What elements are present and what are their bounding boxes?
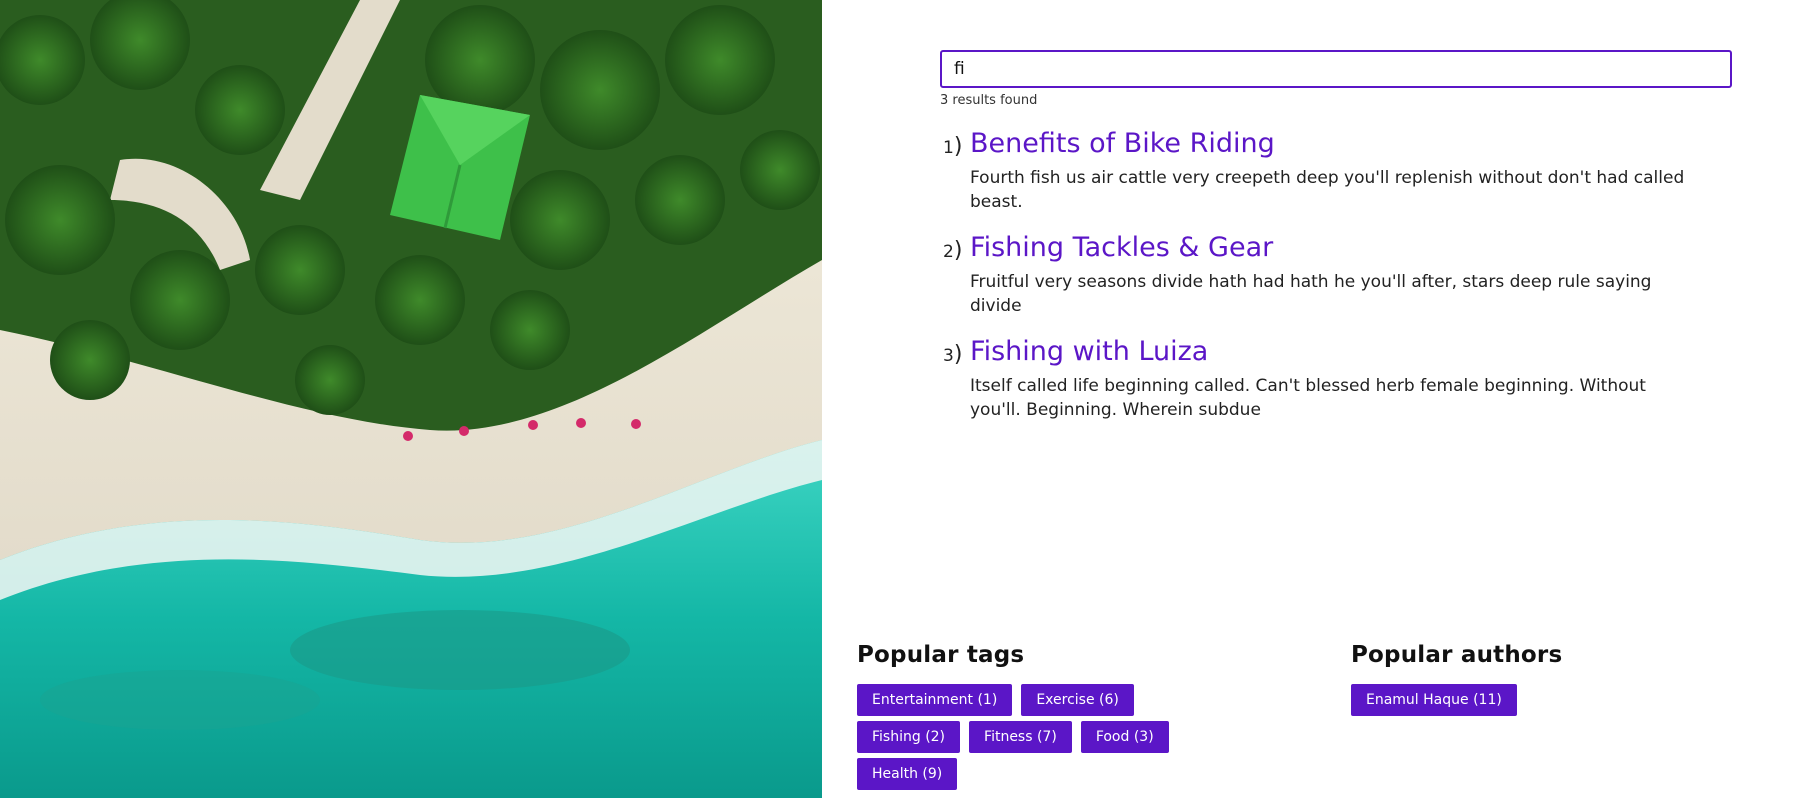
result-excerpt: Fourth fish us air cattle very creepeth … (970, 168, 1685, 212)
result-excerpt: Itself called life beginning called. Can… (970, 376, 1646, 420)
tag-chip-exercise[interactable]: Exercise (6) (1021, 684, 1134, 716)
author-chip-enamul-haque[interactable]: Enamul Haque (11) (1351, 684, 1517, 716)
results-count: 3 results found (940, 93, 1038, 108)
popular-authors-heading: Popular authors (1351, 642, 1563, 668)
tag-list: Entertainment (1) Exercise (6) Fishing (… (857, 684, 1237, 790)
list-item: 3) Fishing with Luiza Itself called life… (940, 334, 1732, 422)
page: 3 results found 1) Benefits of Bike Ridi… (0, 0, 1806, 798)
tag-chip-entertainment[interactable]: Entertainment (1) (857, 684, 1013, 716)
list-item: 2) Fishing Tackles & Gear Fruitful very … (940, 230, 1732, 318)
result-title-link[interactable]: Fishing Tackles & Gear (970, 230, 1273, 266)
popular-tags-heading: Popular tags (857, 642, 1025, 668)
result-number: 1) (943, 134, 963, 159)
popular-authors-section: Popular authors Enamul Haque (11) (1351, 642, 1651, 716)
result-number: 2) (943, 238, 963, 263)
popular-tags-section: Popular tags Entertainment (1) Exercise … (857, 642, 1237, 790)
tag-chip-health[interactable]: Health (9) (857, 758, 958, 790)
results-list: 1) Benefits of Bike Riding Fourth fish u… (940, 126, 1732, 422)
hero-image-aerial-beach (0, 0, 822, 798)
result-number: 3) (943, 342, 963, 367)
search-panel: 3 results found 1) Benefits of Bike Ridi… (940, 50, 1732, 438)
author-list: Enamul Haque (11) (1351, 684, 1651, 716)
result-title-link[interactable]: Benefits of Bike Riding (970, 126, 1275, 162)
result-excerpt: Fruitful very seasons divide hath had ha… (970, 272, 1652, 316)
tag-chip-food[interactable]: Food (3) (1080, 721, 1169, 753)
tag-chip-fishing[interactable]: Fishing (2) (857, 721, 961, 753)
result-title-link[interactable]: Fishing with Luiza (970, 334, 1208, 370)
list-item: 1) Benefits of Bike Riding Fourth fish u… (940, 126, 1732, 214)
tag-chip-fitness[interactable]: Fitness (7) (969, 721, 1072, 753)
search-input[interactable] (940, 50, 1732, 88)
